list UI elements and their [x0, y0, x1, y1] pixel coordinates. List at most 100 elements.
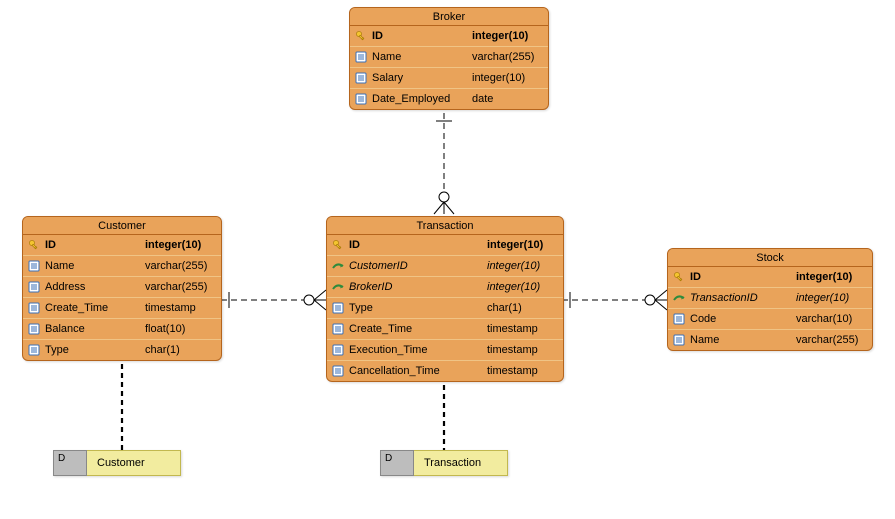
column-type: integer(10)	[796, 292, 866, 304]
column-icon	[27, 343, 41, 357]
entity-columns: IDinteger(10)TransactionIDinteger(10)Cod…	[668, 267, 872, 350]
column-type: varchar(255)	[796, 334, 866, 346]
column-name: Name	[372, 51, 472, 63]
column-row[interactable]: Typechar(1)	[327, 297, 563, 318]
column-type: integer(10)	[796, 271, 866, 283]
column-type: integer(10)	[487, 281, 557, 293]
column-type: integer(10)	[472, 72, 542, 84]
column-icon	[27, 322, 41, 336]
column-name: ID	[45, 239, 145, 251]
column-icon	[27, 280, 41, 294]
column-name: CustomerID	[349, 260, 487, 272]
column-row[interactable]: Namevarchar(255)	[23, 255, 221, 276]
column-name: Balance	[45, 323, 145, 335]
entity-title: Stock	[668, 249, 872, 267]
column-type: float(10)	[145, 323, 215, 335]
column-type: timestamp	[487, 344, 557, 356]
column-name: Create_Time	[45, 302, 145, 314]
column-icon	[354, 71, 368, 85]
column-icon	[354, 50, 368, 64]
classref-transaction[interactable]: D Transaction	[380, 450, 508, 476]
entity-transaction[interactable]: Transaction IDinteger(10)CustomerIDinteg…	[326, 216, 564, 382]
classref-label: Customer	[87, 450, 181, 476]
column-row[interactable]: Addressvarchar(255)	[23, 276, 221, 297]
column-row[interactable]: Balancefloat(10)	[23, 318, 221, 339]
column-row[interactable]: IDinteger(10)	[668, 267, 872, 287]
column-type: timestamp	[487, 323, 557, 335]
foreign-key-icon	[331, 280, 345, 294]
classref-tag: D	[53, 450, 87, 476]
column-row[interactable]: Namevarchar(255)	[668, 329, 872, 350]
column-name: BrokerID	[349, 281, 487, 293]
column-type: date	[472, 93, 542, 105]
column-icon	[331, 343, 345, 357]
entity-stock[interactable]: Stock IDinteger(10)TransactionIDinteger(…	[667, 248, 873, 351]
column-row[interactable]: Cancellation_Timetimestamp	[327, 360, 563, 381]
foreign-key-icon	[331, 259, 345, 273]
column-name: Cancellation_Time	[349, 365, 487, 377]
primary-key-icon	[27, 238, 41, 252]
entity-broker[interactable]: Broker IDinteger(10)Namevarchar(255)Sala…	[349, 7, 549, 110]
column-name: ID	[372, 30, 472, 42]
column-row[interactable]: TransactionIDinteger(10)	[668, 287, 872, 308]
column-icon	[27, 301, 41, 315]
column-row[interactable]: IDinteger(10)	[350, 26, 548, 46]
column-row[interactable]: CustomerIDinteger(10)	[327, 255, 563, 276]
entity-columns: IDinteger(10)Namevarchar(255)Salaryinteg…	[350, 26, 548, 109]
classref-customer[interactable]: D Customer	[53, 450, 181, 476]
entity-columns: IDinteger(10)Namevarchar(255)Addressvarc…	[23, 235, 221, 360]
column-type: varchar(255)	[145, 281, 215, 293]
column-name: ID	[690, 271, 796, 283]
column-row[interactable]: Date_Employeddate	[350, 88, 548, 109]
column-row[interactable]: IDinteger(10)	[23, 235, 221, 255]
column-icon	[672, 312, 686, 326]
column-name: TransactionID	[690, 292, 796, 304]
column-type: integer(10)	[145, 239, 215, 251]
column-row[interactable]: BrokerIDinteger(10)	[327, 276, 563, 297]
column-type: char(1)	[487, 302, 557, 314]
column-row[interactable]: Execution_Timetimestamp	[327, 339, 563, 360]
entity-title: Broker	[350, 8, 548, 26]
column-icon	[331, 364, 345, 378]
column-row[interactable]: Codevarchar(10)	[668, 308, 872, 329]
column-type: timestamp	[487, 365, 557, 377]
entity-customer[interactable]: Customer IDinteger(10)Namevarchar(255)Ad…	[22, 216, 222, 361]
column-name: Type	[45, 344, 145, 356]
column-row[interactable]: Create_Timetimestamp	[327, 318, 563, 339]
column-type: integer(10)	[487, 239, 557, 251]
column-icon	[331, 301, 345, 315]
entity-title: Customer	[23, 217, 221, 235]
column-row[interactable]: Salaryinteger(10)	[350, 67, 548, 88]
column-name: Salary	[372, 72, 472, 84]
foreign-key-icon	[672, 291, 686, 305]
column-type: varchar(255)	[472, 51, 542, 63]
column-icon	[354, 92, 368, 106]
column-icon	[331, 322, 345, 336]
column-row[interactable]: IDinteger(10)	[327, 235, 563, 255]
column-name: Type	[349, 302, 487, 314]
column-type: varchar(10)	[796, 313, 866, 325]
column-name: Date_Employed	[372, 93, 472, 105]
entity-columns: IDinteger(10)CustomerIDinteger(10)Broker…	[327, 235, 563, 381]
column-type: varchar(255)	[145, 260, 215, 272]
primary-key-icon	[331, 238, 345, 252]
column-row[interactable]: Namevarchar(255)	[350, 46, 548, 67]
column-type: timestamp	[145, 302, 215, 314]
column-row[interactable]: Create_Timetimestamp	[23, 297, 221, 318]
column-name: Address	[45, 281, 145, 293]
column-type: integer(10)	[487, 260, 557, 272]
entity-title: Transaction	[327, 217, 563, 235]
primary-key-icon	[354, 29, 368, 43]
column-type: integer(10)	[472, 30, 542, 42]
column-name: Create_Time	[349, 323, 487, 335]
column-row[interactable]: Typechar(1)	[23, 339, 221, 360]
primary-key-icon	[672, 270, 686, 284]
classref-tag: D	[380, 450, 414, 476]
classref-label: Transaction	[414, 450, 508, 476]
column-icon	[27, 259, 41, 273]
column-type: char(1)	[145, 344, 215, 356]
column-name: ID	[349, 239, 487, 251]
column-name: Name	[45, 260, 145, 272]
column-name: Name	[690, 334, 796, 346]
column-name: Execution_Time	[349, 344, 487, 356]
